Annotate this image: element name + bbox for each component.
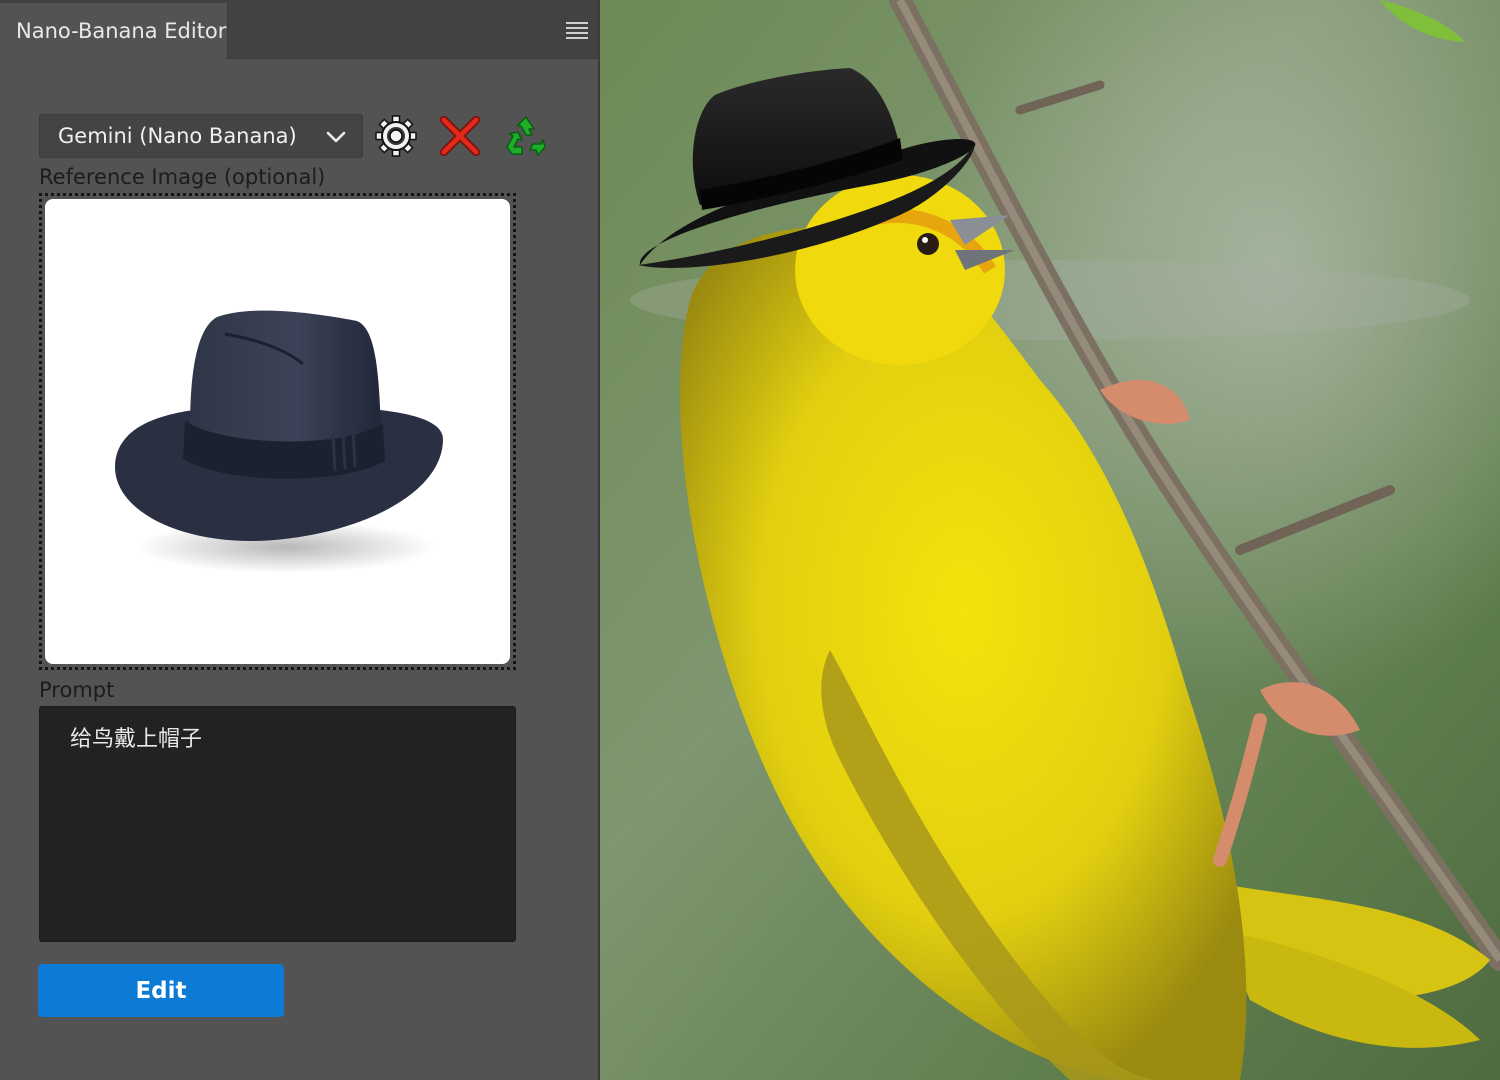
reference-image-label: Reference Image (optional) [39, 165, 326, 189]
panel-tab-bar: Nano-Banana Editor [0, 0, 598, 59]
panel-tab[interactable]: Nano-Banana Editor [0, 3, 228, 59]
chevron-down-icon [326, 131, 346, 143]
regenerate-button[interactable] [504, 114, 548, 158]
image-canvas[interactable] [600, 0, 1500, 1080]
gear-icon [375, 115, 417, 157]
hamburger-menu-icon[interactable] [566, 22, 588, 40]
close-icon [440, 116, 480, 156]
model-select-value: Gemini (Nano Banana) [58, 124, 297, 148]
recycle-icon [506, 116, 546, 156]
edited-image [600, 0, 1500, 1080]
clear-button[interactable] [438, 114, 482, 158]
model-select[interactable]: Gemini (Nano Banana) [39, 114, 363, 158]
prompt-input[interactable] [39, 706, 516, 942]
reference-image [45, 199, 510, 664]
edit-button[interactable]: Edit [38, 964, 284, 1017]
prompt-label: Prompt [39, 678, 115, 702]
reference-image-dropzone[interactable] [39, 193, 516, 670]
editor-panel: Nano-Banana Editor Gemini (Nano Banana) [0, 0, 598, 1080]
settings-button[interactable] [374, 114, 418, 158]
